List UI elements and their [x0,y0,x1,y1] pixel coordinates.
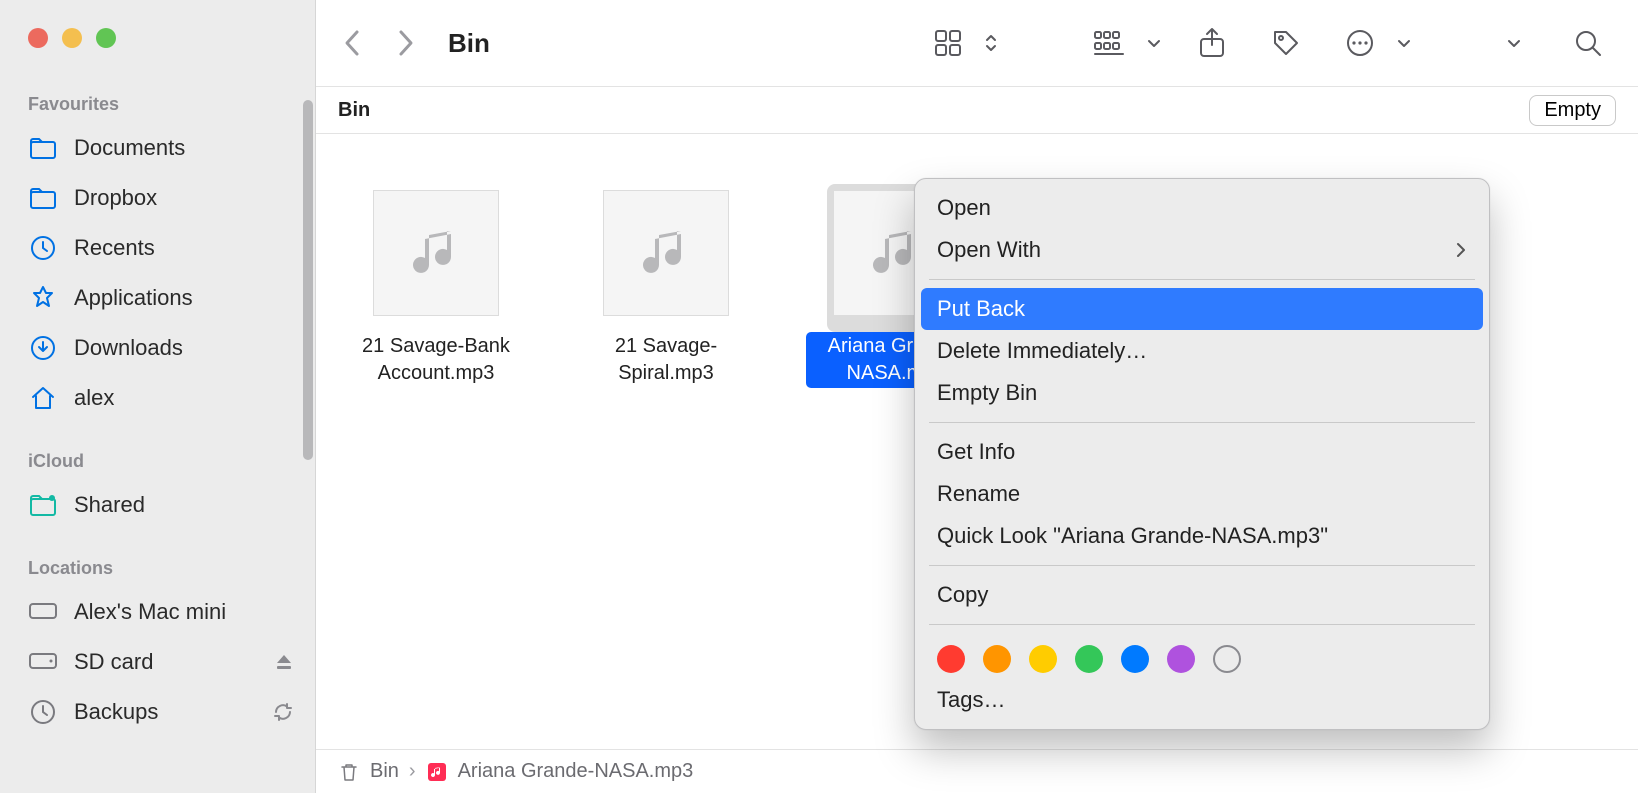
finder-window: Favourites Documents Dropbox Recents App… [0,0,1638,793]
menu-item-open-with[interactable]: Open With [915,229,1489,271]
sidebar-item-label: Documents [74,135,185,161]
sidebar-item-label: Alex's Mac mini [74,599,226,625]
sidebar-item-label: Recents [74,235,155,261]
toolbar-overflow-button[interactable] [1494,23,1534,63]
tag-green[interactable] [1075,645,1103,673]
empty-bin-button[interactable]: Empty [1529,95,1616,126]
chevron-updown-icon [984,32,1004,54]
menu-separator [929,624,1475,625]
menu-separator [929,422,1475,423]
menu-item-empty-bin[interactable]: Empty Bin [915,372,1489,414]
chevron-down-icon [1146,37,1166,49]
chevron-right-icon [1455,241,1467,259]
fullscreen-window-button[interactable] [96,28,116,48]
sidebar-scrollbar[interactable] [303,100,313,460]
file-item[interactable]: 21 Savage-Bank Account.mp3 [346,184,526,388]
sidebar-item-home[interactable]: alex [0,373,315,423]
sidebar-item-shared[interactable]: Shared [0,480,315,530]
toolbar: Bin [316,0,1638,86]
disk-icon [28,647,58,677]
sidebar-item-dropbox[interactable]: Dropbox [0,173,315,223]
menu-item-tags[interactable]: Tags… [915,679,1489,721]
window-controls [0,28,315,88]
clock-icon [28,233,58,263]
menu-separator [929,565,1475,566]
sidebar: Favourites Documents Dropbox Recents App… [0,0,316,793]
favourites-section-label: Favourites [0,88,315,123]
sidebar-item-label: Backups [74,699,158,725]
path-segment-current[interactable]: Ariana Grande-NASA.mp3 [458,760,694,783]
minimize-window-button[interactable] [62,28,82,48]
tag-none[interactable] [1213,645,1241,673]
menu-separator [929,279,1475,280]
window-title: Bin [448,28,490,59]
locations-section-label: Locations [0,552,315,587]
tag-red[interactable] [937,645,965,673]
menu-tag-row [915,633,1489,679]
shared-folder-icon [28,490,58,520]
forward-button[interactable] [392,29,420,57]
more-icon [1340,23,1380,63]
tag-orange[interactable] [983,645,1011,673]
audio-file-icon [426,761,448,783]
menu-item-get-info[interactable]: Get Info [915,431,1489,473]
eject-icon[interactable] [275,653,293,671]
home-icon [28,383,58,413]
menu-item-open[interactable]: Open [915,187,1489,229]
sidebar-item-applications[interactable]: Applications [0,273,315,323]
file-label: 21 Savage-Spiral.mp3 [576,332,756,388]
tag-blue[interactable] [1121,645,1149,673]
context-menu: Open Open With Put Back Delete Immediate… [914,178,1490,730]
navigation-buttons [338,29,420,57]
group-by-button[interactable] [1082,23,1166,63]
sidebar-item-sdcard[interactable]: SD card [0,637,315,687]
download-icon [28,333,58,363]
actions-button[interactable] [1332,23,1416,63]
sidebar-item-mac[interactable]: Alex's Mac mini [0,587,315,637]
tag-yellow[interactable] [1029,645,1057,673]
trash-icon [338,761,360,783]
applications-icon [28,283,58,313]
menu-item-quick-look[interactable]: Quick Look "Ariana Grande-NASA.mp3" [915,515,1489,557]
folder-icon [28,133,58,163]
sidebar-item-label: Dropbox [74,185,157,211]
close-window-button[interactable] [28,28,48,48]
view-mode-button[interactable] [920,23,1004,63]
time-machine-icon [28,697,58,727]
sidebar-item-label: SD card [74,649,153,675]
chevron-down-icon [1396,37,1416,49]
share-button[interactable] [1192,23,1232,63]
menu-item-rename[interactable]: Rename [915,473,1489,515]
sidebar-item-recents[interactable]: Recents [0,223,315,273]
menu-item-put-back[interactable]: Put Back [921,288,1483,330]
sidebar-item-label: Downloads [74,335,183,361]
menu-item-delete-immediately[interactable]: Delete Immediately… [915,330,1489,372]
grid-view-icon [928,23,968,63]
sync-icon [273,702,293,722]
path-segment-root[interactable]: Bin [370,760,399,783]
menu-item-copy[interactable]: Copy [915,574,1489,616]
sidebar-item-label: Applications [74,285,193,311]
sidebar-item-label: alex [74,385,114,411]
sidebar-item-label: Shared [74,492,145,518]
music-file-icon [373,190,499,316]
path-bar: Bin › Ariana Grande-NASA.mp3 [316,749,1638,793]
location-header: Bin Empty [316,86,1638,134]
group-icon [1090,23,1130,63]
folder-icon [28,183,58,213]
location-title: Bin [338,99,370,122]
tags-button[interactable] [1266,23,1306,63]
sidebar-item-backups[interactable]: Backups [0,687,315,737]
file-item[interactable]: 21 Savage-Spiral.mp3 [576,184,756,388]
chevron-right-icon: › [409,760,416,783]
icloud-section-label: iCloud [0,445,315,480]
tag-purple[interactable] [1167,645,1195,673]
music-file-icon [603,190,729,316]
sidebar-item-downloads[interactable]: Downloads [0,323,315,373]
computer-icon [28,597,58,627]
sidebar-item-documents[interactable]: Documents [0,123,315,173]
file-label: 21 Savage-Bank Account.mp3 [346,332,526,388]
back-button[interactable] [338,29,366,57]
search-button[interactable] [1568,23,1608,63]
